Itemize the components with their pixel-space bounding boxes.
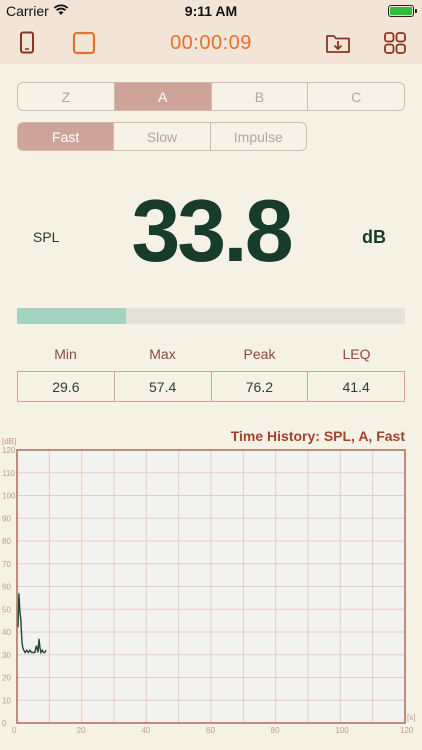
stat-value-peak: 76.2 [212,372,309,401]
y-tick-label: 90 [2,514,11,523]
top-bar: Carrier 9:11 AM 00:00:09 [0,0,422,64]
x-tick-label: 80 [271,726,280,735]
weighting-option-c[interactable]: C [308,83,404,110]
y-tick-label: 30 [2,651,11,660]
weighting-option-b[interactable]: B [212,83,309,110]
grid-menu-icon[interactable] [382,30,408,56]
y-tick-label: 120 [2,446,16,455]
stats-values: 29.6 57.4 76.2 41.4 [17,371,405,402]
y-tick-label: 10 [2,696,11,705]
clock: 9:11 AM [184,3,238,19]
x-tick-label: 100 [335,726,349,735]
stat-header-min: Min [54,346,77,362]
y-tick-label: 70 [2,560,11,569]
stats-headers: Min Max Peak LEQ [17,346,405,362]
y-tick-label: 100 [2,492,16,501]
unit-label: dB [362,227,386,247]
download-folder-icon[interactable] [325,30,351,56]
weighting-option-a[interactable]: A [114,83,212,110]
level-meter-fill [17,308,126,324]
y-tick-label: 0 [2,719,7,728]
stat-value-min: 29.6 [18,372,115,401]
toolbar: 00:00:09 [0,26,422,62]
y-axis-label: [dB] [2,437,16,446]
y-tick-label: 20 [2,674,11,683]
spl-label: SPL [33,229,60,245]
weighting-option-z[interactable]: Z [18,83,115,110]
y-tick-label: 60 [2,583,11,592]
response-option-fast[interactable]: Fast [18,123,115,150]
x-tick-label: 0 [12,726,17,735]
elapsed-timer: 00:00:09 [170,32,252,54]
stat-header-leq: LEQ [342,346,371,362]
stat-header-peak: Peak [243,346,276,362]
x-tick-label: 60 [206,726,215,735]
battery-icon [388,5,417,17]
response-option-slow[interactable]: Slow [114,123,211,150]
response-option-impulse[interactable]: Impulse [211,123,306,150]
spl-value: 33.8 [131,181,293,280]
response-selector: Fast Slow Impulse [17,122,307,151]
x-tick-label: 40 [141,726,150,735]
x-tick-label: 20 [77,726,86,735]
y-tick-label: 110 [2,469,15,478]
stat-value-leq: 41.4 [342,378,370,395]
x-axis-label: [s] [407,713,415,722]
stat-value-max: 57.4 [115,372,212,401]
time-history-chart[interactable]: 0 10 20 30 40 50 60 70 80 90 100 110 120 0 20 40 60 80 100… [0,430,422,750]
y-tick-label: 40 [2,628,11,637]
y-tick-label: 80 [2,537,11,546]
x-tick-label: 120 [400,726,414,735]
stat-header-max: Max [149,346,176,362]
y-tick-label: 50 [2,605,11,614]
level-meter [17,308,405,324]
status-bar: Carrier 9:11 AM [0,0,422,22]
weighting-selector: Z A B C [17,82,405,111]
